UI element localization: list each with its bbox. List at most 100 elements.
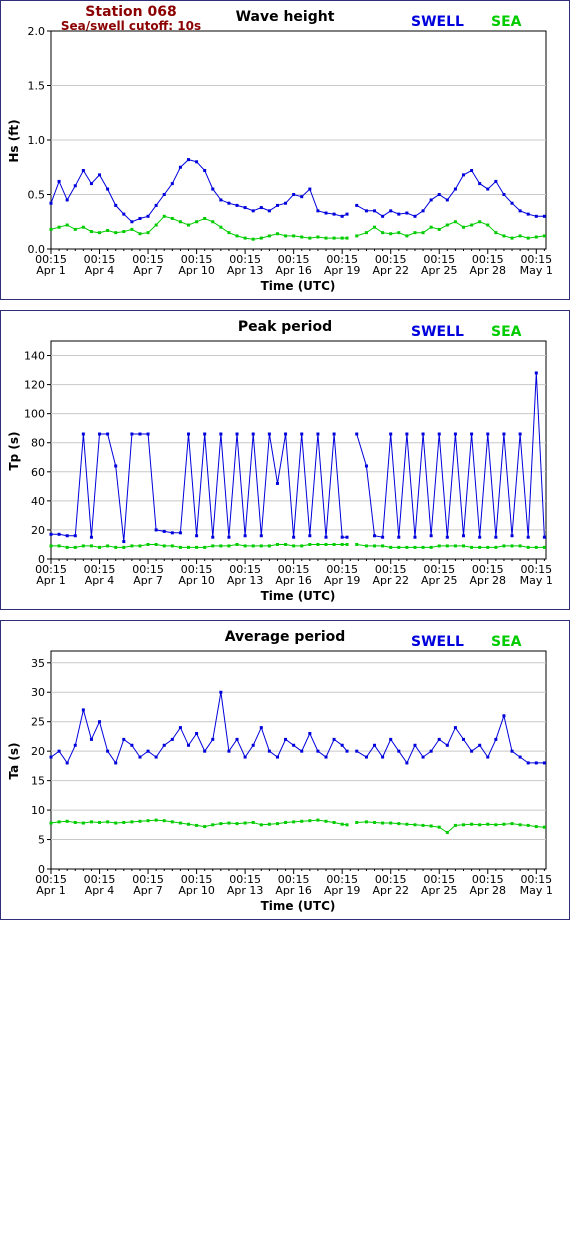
swell-point (445, 535, 449, 539)
sea-point (49, 821, 53, 825)
sea-point (89, 230, 93, 234)
x-tick-date: Apr 16 (275, 884, 312, 897)
sea-point (389, 545, 393, 549)
x-axis-label: Time (UTC) (261, 589, 336, 603)
sea-point (429, 225, 433, 229)
sea-point (397, 822, 401, 826)
sea-point (534, 235, 538, 239)
sea-point (235, 822, 239, 826)
swell-point (81, 432, 85, 436)
sea-point (494, 231, 498, 235)
sea-point (355, 234, 359, 238)
sea-point (437, 544, 441, 548)
y-tick-label: 40 (31, 495, 45, 508)
swell-point (187, 158, 190, 162)
y-tick-label: 100 (24, 408, 45, 421)
swell-point (316, 432, 320, 436)
swell-point (114, 203, 118, 207)
sea-point (437, 825, 441, 829)
sea-point (308, 542, 312, 546)
swell-point (243, 755, 247, 759)
swell-point (130, 432, 134, 436)
y-axis-label: Hs (ft) (7, 119, 21, 162)
sea-point (308, 819, 312, 823)
y-tick-label: 20 (31, 745, 45, 758)
swell-point (518, 432, 522, 436)
sea-point (170, 216, 174, 220)
swell-point (73, 534, 77, 538)
sea-point (259, 823, 263, 827)
swell-point (355, 203, 359, 207)
swell-point (413, 535, 417, 539)
sea-point (275, 822, 279, 826)
swell-point (478, 535, 482, 539)
swell-point (235, 432, 239, 436)
sea-point (106, 820, 110, 824)
swell-point (195, 534, 199, 538)
swell-point (219, 690, 223, 694)
sea-point (300, 819, 304, 823)
swell-point (284, 432, 288, 436)
sea-point (73, 545, 77, 549)
sea-point (292, 234, 296, 238)
swell-point (462, 737, 465, 741)
swell-point (146, 432, 150, 436)
swell-point (106, 432, 110, 436)
swell-point (470, 169, 474, 173)
legend-swell: SWELL (411, 324, 464, 340)
swell-point (219, 198, 223, 202)
sea-point (534, 825, 538, 829)
swell-point (462, 173, 465, 177)
sea-point (324, 236, 328, 240)
sea-point (114, 545, 118, 549)
sea-point (345, 542, 349, 546)
swell-point (332, 737, 336, 741)
sea-point (316, 542, 320, 546)
sea-point (397, 545, 401, 549)
swell-point (340, 535, 344, 539)
swell-point (251, 743, 255, 747)
sea-point (49, 544, 53, 548)
swell-point (478, 182, 482, 186)
swell-point (211, 187, 215, 191)
swell-point (203, 169, 207, 173)
y-tick-label: 30 (31, 686, 45, 699)
sea-point (195, 823, 199, 827)
swell-point (73, 184, 77, 188)
swell-point (453, 187, 457, 191)
swell-point (187, 743, 190, 747)
average-period-panel: Average period SWELL SEA Ta (s) Time (UT… (0, 620, 570, 920)
x-tick-date: Apr 1 (36, 574, 66, 587)
sea-point (518, 544, 522, 548)
sea-point (73, 227, 77, 231)
swell-point (130, 220, 134, 224)
swell-point (114, 464, 118, 468)
swell-point (510, 534, 514, 538)
sea-point (65, 545, 69, 549)
sea-point (57, 820, 61, 824)
swell-point (211, 737, 215, 741)
sea-point (251, 237, 255, 241)
x-tick-date: Apr 4 (85, 574, 115, 587)
sea-point (373, 225, 377, 229)
y-tick-label: 120 (24, 379, 45, 392)
y-tick-label: 1.5 (28, 80, 46, 93)
sea-point (251, 544, 255, 548)
swell-point (251, 209, 255, 213)
swell-point (81, 708, 85, 712)
y-tick-label: 25 (31, 716, 45, 729)
sea-point (364, 544, 368, 548)
swell-point (332, 212, 336, 216)
swell-point (534, 371, 538, 375)
sea-point (162, 544, 166, 548)
sea-point (227, 544, 231, 548)
chart-title: Wave height (236, 9, 335, 25)
sea-point (526, 545, 530, 549)
swell-point (355, 432, 359, 436)
swell-point (195, 160, 199, 164)
sea-point (478, 220, 482, 224)
swell-point (345, 212, 349, 216)
swell-point (534, 214, 538, 218)
sea-point (494, 545, 498, 549)
sea-point (122, 545, 126, 549)
